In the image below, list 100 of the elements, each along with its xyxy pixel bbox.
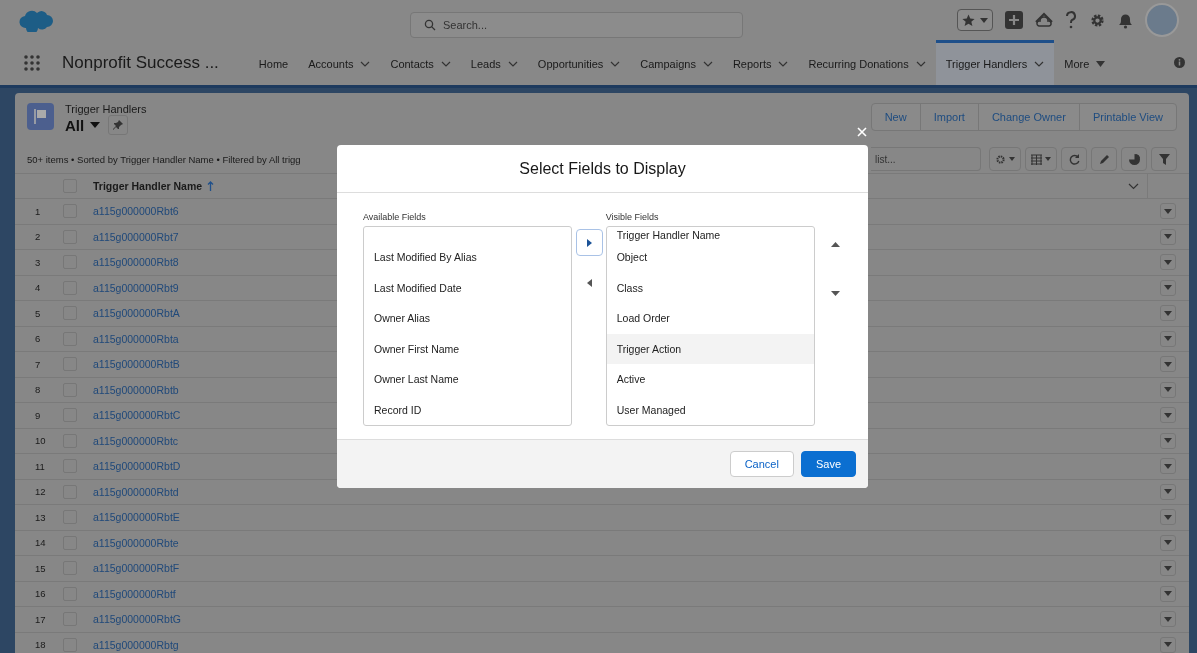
nav-tab[interactable]: Accounts xyxy=(298,40,381,85)
field-option[interactable]: Load Order xyxy=(606,303,814,334)
caret-icon xyxy=(1164,336,1172,342)
chevron-down-icon xyxy=(778,61,789,67)
cloud-icon[interactable] xyxy=(1035,12,1053,28)
record-link[interactable]: a115g000000RbtC xyxy=(93,409,181,422)
row-menu-button[interactable] xyxy=(1160,330,1176,347)
row-menu-button[interactable] xyxy=(1160,483,1176,500)
row-number: 8 xyxy=(34,384,42,396)
nav-tab[interactable]: Opportunities xyxy=(527,40,631,85)
record-link[interactable]: a115g000000RbtA xyxy=(93,307,180,320)
record-link[interactable]: a115g000000Rbta xyxy=(93,332,179,345)
pin-button[interactable] xyxy=(108,115,129,135)
chevron-down-icon xyxy=(915,61,926,67)
record-link[interactable]: a115g000000Rbtb xyxy=(93,383,179,396)
record-link[interactable]: a115g000000RbtF xyxy=(93,562,180,575)
settings-menu-button[interactable] xyxy=(989,147,1021,171)
row-menu-button[interactable] xyxy=(1160,407,1176,424)
pie-chart-icon xyxy=(1128,153,1140,165)
row-menu-button[interactable] xyxy=(1160,611,1176,628)
row-menu-button[interactable] xyxy=(1160,509,1176,526)
nav-tab[interactable]: Reports xyxy=(722,40,799,85)
row-menu-button[interactable] xyxy=(1160,560,1176,577)
row-menu-button[interactable] xyxy=(1160,279,1176,296)
chevron-down-icon[interactable] xyxy=(1128,182,1139,190)
record-link[interactable]: a115g000000RbtE xyxy=(93,511,180,524)
field-option[interactable]: Object xyxy=(606,242,814,273)
record-link[interactable]: a115g000000RbtD xyxy=(93,460,181,473)
field-option[interactable]: Owner First Name xyxy=(364,333,572,364)
header-button[interactable]: Change Owner xyxy=(977,103,1080,131)
save-button[interactable]: Save xyxy=(800,451,856,477)
nav-tab[interactable]: Recurring Donations xyxy=(798,40,936,85)
close-icon[interactable] xyxy=(857,127,867,137)
record-link[interactable]: a115g000000Rbtg xyxy=(93,638,179,651)
caret-icon xyxy=(1009,157,1015,161)
record-link[interactable]: a115g000000Rbte xyxy=(93,536,179,549)
header-button[interactable]: Import xyxy=(919,103,979,131)
row-number: 10 xyxy=(34,435,47,447)
record-link[interactable]: a115g000000Rbt7 xyxy=(93,230,179,243)
filter-button[interactable] xyxy=(1151,147,1177,171)
field-option[interactable]: Owner Last Name xyxy=(364,364,572,395)
column-header[interactable]: Trigger Handler Name xyxy=(93,180,203,192)
row-menu-button[interactable] xyxy=(1160,432,1176,449)
record-link[interactable]: a115g000000RbtB xyxy=(93,358,180,371)
row-number: 16 xyxy=(34,588,47,600)
list-view-picker[interactable]: All xyxy=(65,116,101,134)
record-link[interactable]: a115g000000RbtG xyxy=(93,613,181,626)
row-menu-button[interactable] xyxy=(1160,585,1176,602)
help-icon[interactable] xyxy=(1065,11,1077,29)
search-field[interactable]: Search... xyxy=(410,12,743,38)
caret-left-icon xyxy=(586,279,592,287)
field-option[interactable]: Last Modified By Alias xyxy=(364,242,572,273)
record-link[interactable]: a115g000000Rbt6 xyxy=(93,205,179,218)
nav-tab[interactable]: Campaigns xyxy=(630,40,723,85)
nav-tab[interactable]: Trigger Handlers xyxy=(935,40,1055,85)
row-menu-button[interactable] xyxy=(1160,203,1176,220)
row-menu-button[interactable] xyxy=(1160,305,1176,322)
field-option[interactable]: Owner Alias xyxy=(364,303,572,334)
record-link[interactable]: a115g000000Rbt9 xyxy=(93,281,179,294)
row-menu-button[interactable] xyxy=(1160,356,1176,373)
field-option[interactable]: Trigger Action xyxy=(606,333,814,364)
list-label: Visible Fields xyxy=(605,212,660,222)
row-menu-button[interactable] xyxy=(1160,534,1176,551)
nav-tab[interactable]: Leads xyxy=(460,40,528,85)
app-launcher-icon[interactable] xyxy=(24,54,40,71)
record-link[interactable]: a115g000000Rbt8 xyxy=(93,256,179,269)
header-button[interactable]: New xyxy=(870,103,921,131)
record-link[interactable]: a115g000000Rbtf xyxy=(93,587,176,600)
list-search-field[interactable]: list... xyxy=(871,147,981,171)
caret-icon xyxy=(1164,591,1172,597)
info-icon[interactable] xyxy=(1174,57,1185,68)
row-menu-button[interactable] xyxy=(1160,381,1176,398)
row-menu-button[interactable] xyxy=(1160,254,1176,271)
caret-icon xyxy=(1164,412,1172,418)
move-down-button[interactable] xyxy=(829,289,842,298)
cancel-button[interactable]: Cancel xyxy=(729,451,794,477)
display-menu-button[interactable] xyxy=(1025,147,1057,171)
field-option[interactable]: Trigger Handler Name xyxy=(606,227,814,242)
header-button[interactable]: Printable View xyxy=(1078,103,1177,131)
field-option[interactable]: Last Modified Date xyxy=(364,272,572,303)
record-link[interactable]: a115g000000Rbtc xyxy=(93,434,179,447)
field-option[interactable]: Active xyxy=(606,364,814,395)
chart-button[interactable] xyxy=(1121,147,1147,171)
row-menu-button[interactable] xyxy=(1160,636,1176,653)
move-up-button[interactable] xyxy=(829,240,842,249)
move-right-button[interactable] xyxy=(575,229,603,256)
plus-icon[interactable] xyxy=(1005,11,1023,29)
row-menu-button[interactable] xyxy=(1160,228,1176,245)
nav-tab[interactable]: Contacts xyxy=(380,40,461,85)
caret-icon xyxy=(90,122,101,128)
more-tab[interactable]: More xyxy=(1054,40,1116,85)
record-link[interactable]: a115g000000Rbtd xyxy=(93,485,179,498)
favorites-button[interactable] xyxy=(957,9,993,31)
row-menu-button[interactable] xyxy=(1160,458,1176,475)
refresh-button[interactable] xyxy=(1061,147,1087,171)
nav-tab[interactable]: Home xyxy=(248,40,299,85)
field-option[interactable]: Record ID xyxy=(364,394,572,425)
edit-button[interactable] xyxy=(1091,147,1117,171)
field-option[interactable]: Class xyxy=(606,272,814,303)
field-option[interactable]: User Managed xyxy=(606,394,814,425)
